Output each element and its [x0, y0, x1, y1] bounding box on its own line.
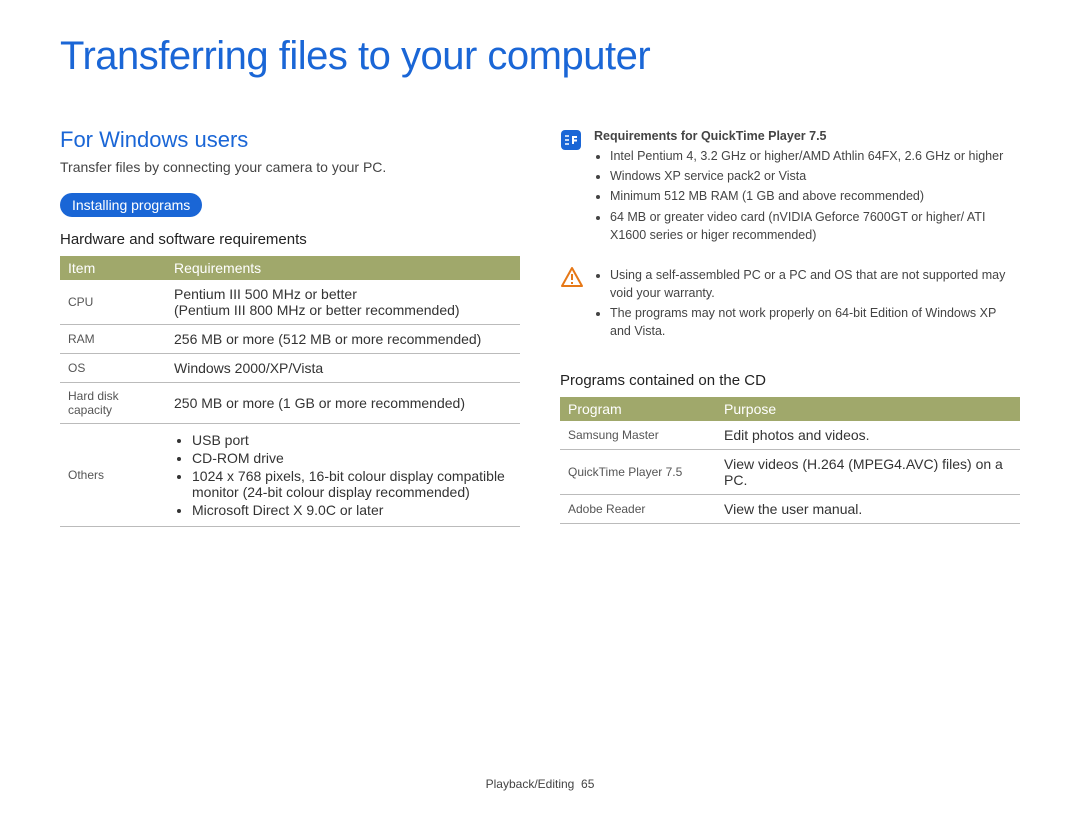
list-item: Using a self-assembled PC or a PC and OS… — [610, 266, 1020, 302]
list-item: USB port — [192, 432, 512, 448]
note-icon — [560, 129, 584, 246]
section-intro: Transfer files by connecting your camera… — [60, 159, 520, 175]
table-row: Samsung Master Edit photos and videos. — [560, 421, 1020, 450]
right-column: Requirements for QuickTime Player 7.5 In… — [560, 127, 1020, 527]
others-list: USB port CD-ROM drive 1024 x 768 pixels,… — [174, 432, 512, 518]
note-body: Requirements for QuickTime Player 7.5 In… — [594, 127, 1020, 246]
list-item: 1024 x 768 pixels, 16-bit colour display… — [192, 468, 512, 500]
section-heading: For Windows users — [60, 127, 520, 153]
table-row: OS Windows 2000/XP/Vista — [60, 354, 520, 383]
manual-page: Transferring files to your computer For … — [0, 0, 1080, 815]
cell-program: Samsung Master — [560, 421, 716, 450]
note-list: Using a self-assembled PC or a PC and OS… — [594, 266, 1020, 341]
cell-program: QuickTime Player 7.5 — [560, 450, 716, 495]
th-program: Program — [560, 397, 716, 421]
left-column: For Windows users Transfer files by conn… — [60, 127, 520, 527]
sub-heading-programs: Programs contained on the CD — [560, 372, 1020, 389]
cell-purpose: View the user manual. — [716, 495, 1020, 524]
list-item: The programs may not work properly on 64… — [610, 304, 1020, 340]
footer-page: 65 — [581, 777, 594, 791]
sub-heading-requirements: Hardware and software requirements — [60, 231, 520, 248]
list-item: Intel Pentium 4, 3.2 GHz or higher/AMD A… — [610, 147, 1020, 165]
footer-section: Playback/Editing — [486, 777, 575, 791]
cell-item: Others — [60, 424, 166, 527]
th-purpose: Purpose — [716, 397, 1020, 421]
cell-item: CPU — [60, 280, 166, 325]
cell-program: Adobe Reader — [560, 495, 716, 524]
table-row: QuickTime Player 7.5 View videos (H.264 … — [560, 450, 1020, 495]
table-row: RAM 256 MB or more (512 MB or more recom… — [60, 325, 520, 354]
cell-req: USB port CD-ROM drive 1024 x 768 pixels,… — [166, 424, 520, 527]
page-title: Transferring files to your computer — [60, 34, 1020, 79]
requirements-table: Item Requirements CPU Pentium III 500 MH… — [60, 256, 520, 527]
cell-item: RAM — [60, 325, 166, 354]
pill-installing-programs: Installing programs — [60, 193, 202, 217]
note-caution: Using a self-assembled PC or a PC and OS… — [560, 264, 1020, 343]
table-row: CPU Pentium III 500 MHz or better (Penti… — [60, 280, 520, 325]
note-quicktime-reqs: Requirements for QuickTime Player 7.5 In… — [560, 127, 1020, 246]
cell-req: Windows 2000/XP/Vista — [166, 354, 520, 383]
list-item: Minimum 512 MB RAM (1 GB and above recom… — [610, 187, 1020, 205]
list-item: Microsoft Direct X 9.0C or later — [192, 502, 512, 518]
cell-purpose: View videos (H.264 (MPEG4.AVC) files) on… — [716, 450, 1020, 495]
cell-req: Pentium III 500 MHz or better (Pentium I… — [166, 280, 520, 325]
cell-item: Hard disk capacity — [60, 383, 166, 424]
cell-item: OS — [60, 354, 166, 383]
cell-purpose: Edit photos and videos. — [716, 421, 1020, 450]
list-item: 64 MB or greater video card (nVIDIA Gefo… — [610, 208, 1020, 244]
programs-table: Program Purpose Samsung Master Edit phot… — [560, 397, 1020, 524]
page-footer: Playback/Editing 65 — [0, 777, 1080, 791]
note-list: Intel Pentium 4, 3.2 GHz or higher/AMD A… — [594, 147, 1020, 244]
table-row: Adobe Reader View the user manual. — [560, 495, 1020, 524]
cell-req: 250 MB or more (1 GB or more recommended… — [166, 383, 520, 424]
list-item: CD-ROM drive — [192, 450, 512, 466]
table-row: Others USB port CD-ROM drive 1024 x 768 … — [60, 424, 520, 527]
list-item: Windows XP service pack2 or Vista — [610, 167, 1020, 185]
note-heading: Requirements for QuickTime Player 7.5 — [594, 127, 1020, 145]
th-requirements: Requirements — [166, 256, 520, 280]
warning-icon — [560, 266, 584, 343]
cell-req: 256 MB or more (512 MB or more recommend… — [166, 325, 520, 354]
note-body: Using a self-assembled PC or a PC and OS… — [594, 264, 1020, 343]
table-row: Hard disk capacity 250 MB or more (1 GB … — [60, 383, 520, 424]
two-column-layout: For Windows users Transfer files by conn… — [60, 127, 1020, 527]
th-item: Item — [60, 256, 166, 280]
